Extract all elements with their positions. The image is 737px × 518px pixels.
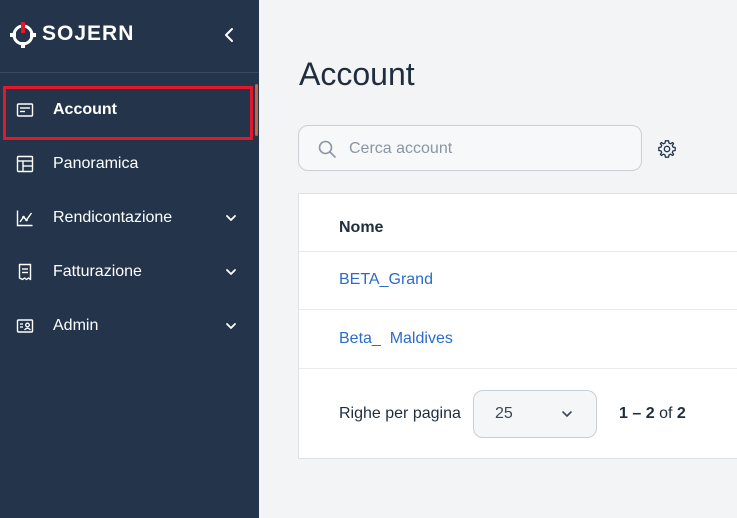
sidebar-item-account[interactable]: Account xyxy=(0,83,252,137)
sidebar-item-admin[interactable]: Admin xyxy=(0,299,252,353)
chart-line-icon xyxy=(16,210,33,227)
sidebar-scrollbar[interactable] xyxy=(255,84,258,136)
rows-per-page-value: 25 xyxy=(495,405,513,422)
sidebar-item-fatturazione[interactable]: Fatturazione xyxy=(0,245,252,299)
id-card-icon xyxy=(16,319,34,333)
table-row[interactable]: Beta_ Maldives xyxy=(299,310,737,369)
search-input[interactable] xyxy=(347,126,631,172)
of-label: of xyxy=(659,405,673,422)
receipt-icon xyxy=(18,263,32,281)
range-end: 2 xyxy=(645,405,655,422)
account-link[interactable]: Beta_ Maldives xyxy=(339,330,453,348)
gear-icon[interactable] xyxy=(657,139,677,159)
sojern-logo-icon xyxy=(10,22,36,48)
sidebar-item-label: Admin xyxy=(53,317,99,334)
sidebar-item-label: Account xyxy=(53,101,117,118)
rows-per-page-select[interactable]: 25 xyxy=(473,390,597,438)
search-box[interactable] xyxy=(298,125,642,172)
sidebar: SOJERN Account Panoramica Rendicontazion… xyxy=(0,0,259,518)
brand-name: SOJERN xyxy=(42,22,135,45)
chevron-down-icon xyxy=(226,215,236,221)
sojern-logo[interactable]: SOJERN xyxy=(10,18,134,50)
brand-header: SOJERN xyxy=(0,0,259,72)
rows-per-page-label: Righe per pagina xyxy=(339,405,461,422)
sidebar-item-panoramica[interactable]: Panoramica xyxy=(0,137,252,191)
main-content: Account Nome BETA_Grand Beta_ Maldives R… xyxy=(259,0,737,518)
range-start: 1 xyxy=(619,405,628,422)
search-icon xyxy=(318,140,336,158)
sidebar-item-label: Panoramica xyxy=(53,155,139,172)
sidebar-item-rendicontazione[interactable]: Rendicontazione xyxy=(0,191,252,245)
calendar-dashboard-icon xyxy=(16,155,34,173)
chevron-down-icon xyxy=(226,323,236,329)
page-title: Account xyxy=(299,56,415,92)
chevron-down-icon xyxy=(562,411,572,417)
chevron-left-icon xyxy=(225,28,233,42)
pagination: Righe per pagina 25 1 – 2 of 2 xyxy=(299,368,737,460)
chevron-down-icon xyxy=(226,269,236,275)
collapse-sidebar-button[interactable] xyxy=(218,24,240,46)
account-card-icon xyxy=(16,103,34,117)
pagination-range: 1 – 2 of 2 xyxy=(619,405,686,422)
account-link[interactable]: BETA_Grand xyxy=(339,271,433,289)
sidebar-item-label: Fatturazione xyxy=(53,263,142,280)
sidebar-item-label: Rendicontazione xyxy=(53,209,173,226)
accounts-table: Nome BETA_Grand Beta_ Maldives Righe per… xyxy=(298,193,737,459)
table-row[interactable]: BETA_Grand xyxy=(299,251,737,310)
column-header-nome[interactable]: Nome xyxy=(339,219,383,237)
table-header: Nome xyxy=(299,194,737,252)
range-total: 2 xyxy=(676,405,686,422)
divider xyxy=(0,72,259,73)
